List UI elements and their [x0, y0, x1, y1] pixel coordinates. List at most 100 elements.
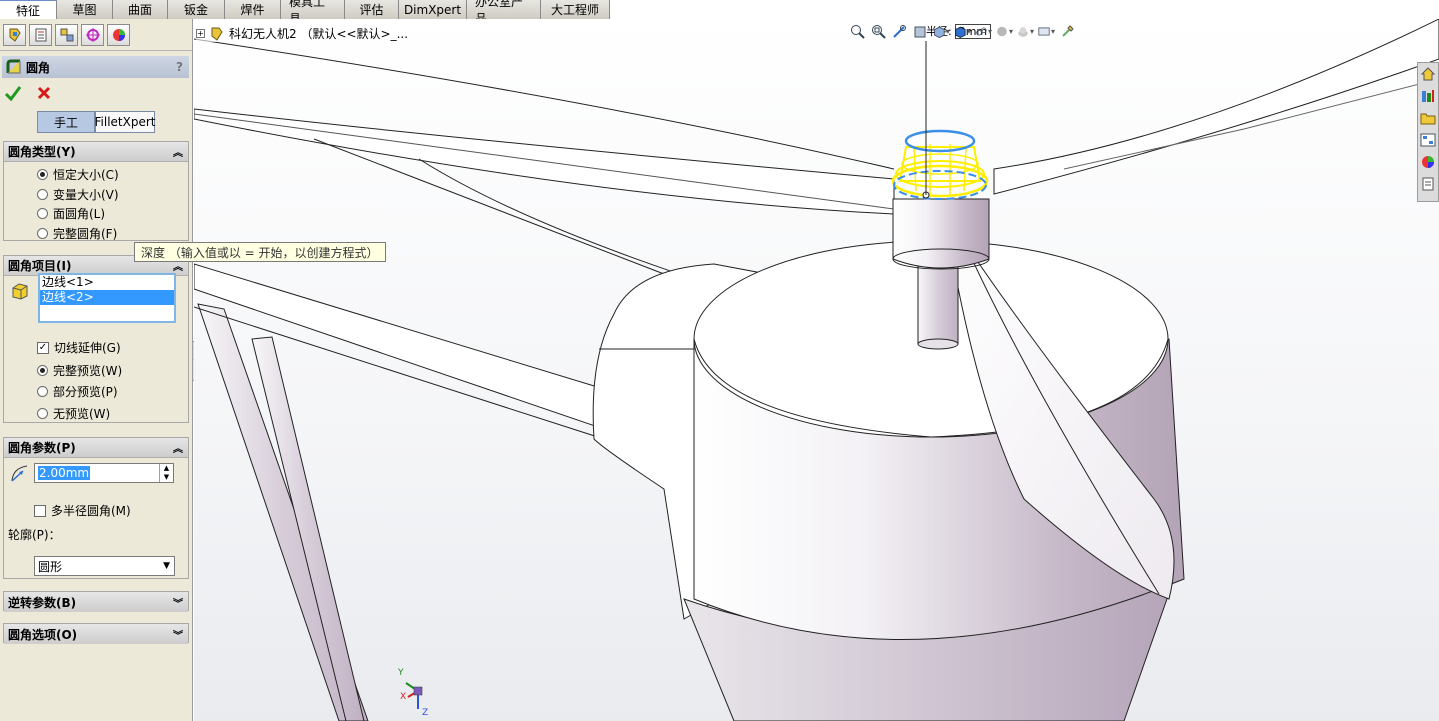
tab-engineer[interactable]: 大工程师	[541, 0, 610, 19]
edge-selection-list[interactable]: 边线<1> 边线<2>	[38, 273, 176, 323]
part-icon	[211, 27, 223, 41]
fillet-options-header[interactable]: 圆角选项(O) ︾	[4, 624, 188, 644]
apply-scene-icon[interactable]	[1017, 23, 1034, 40]
radio-button[interactable]	[37, 228, 48, 239]
fillet-icon	[6, 59, 21, 74]
spin-arrows-icon[interactable]: ▲ ▼	[159, 464, 173, 482]
view-palette-icon[interactable]	[1419, 131, 1437, 149]
radio-label: 面圆角(L)	[53, 207, 106, 221]
document-title-text: 科幻无人机2 （默认<<默认>_...	[229, 27, 409, 41]
tab-mold-tools[interactable]: 模具工具	[281, 0, 345, 26]
reference-triad: Y X Z	[397, 665, 438, 720]
radio-partial-preview[interactable]: 部分预览(P)	[37, 383, 118, 400]
task-pane	[1417, 62, 1439, 202]
command-manager-tabs: 特征 草图 曲面 钣金 焊件 模具工具 评估 DimXpert 办公室产品 大工…	[0, 0, 610, 26]
help-button[interactable]: ?	[176, 60, 183, 74]
radio-full-round[interactable]: 完整圆角(F)	[37, 225, 117, 242]
expand-chevron-icon[interactable]: ︾	[173, 595, 183, 610]
hide-show-items-icon[interactable]	[975, 23, 992, 40]
radio-label: 恒定大小(C)	[53, 168, 119, 182]
checkbox-label: 多半径圆角(M)	[51, 504, 131, 518]
display-manager-tab[interactable]	[107, 23, 130, 46]
zoom-to-fit-icon[interactable]	[849, 23, 866, 40]
view-orientation-icon[interactable]	[933, 23, 950, 40]
home-icon[interactable]	[1419, 65, 1437, 83]
input-tooltip: 深度 （输入值或以 = 开始，以创建方程式）	[134, 242, 386, 262]
section-view-icon[interactable]	[912, 23, 929, 40]
cancel-cross-icon[interactable]	[36, 85, 52, 101]
zoom-area-icon[interactable]	[870, 23, 887, 40]
multi-radius-checkbox[interactable]: 多半径圆角(M)	[34, 502, 131, 519]
tab-weldments[interactable]: 焊件	[225, 0, 281, 19]
radio-full-preview[interactable]: 完整预览(W)	[37, 362, 122, 379]
checkbox[interactable]: ✓	[37, 341, 49, 354]
color-wheel-icon	[112, 28, 125, 41]
checkbox[interactable]	[34, 504, 46, 517]
profile-select[interactable]: 圆形 ▼	[34, 556, 175, 576]
collapse-chevron-icon[interactable]: ︽	[173, 144, 183, 159]
manual-mode-button[interactable]: 手工	[37, 111, 95, 133]
ok-check-icon[interactable]	[4, 85, 22, 101]
radio-button[interactable]	[37, 208, 48, 219]
rotor-hub[interactable]	[892, 198, 990, 270]
file-explorer-icon[interactable]	[1419, 109, 1437, 127]
fillet-params-header[interactable]: 圆角参数(P) ︽	[4, 438, 188, 458]
radio-button[interactable]	[37, 169, 48, 180]
expand-chevron-icon[interactable]: ︾	[173, 627, 183, 642]
radio-face-fillet[interactable]: 面圆角(L)	[37, 205, 105, 222]
custom-properties-icon[interactable]	[1419, 175, 1437, 193]
radius-value[interactable]: 2.00mm	[38, 466, 91, 480]
radio-no-preview[interactable]: 无预览(W)	[37, 405, 110, 422]
fillet-type-group: 圆角类型(Y) ︽ 恒定大小(C) 变量大小(V) 面圆角(L) 完整圆角(F)	[3, 141, 189, 241]
collapse-chevron-icon[interactable]: ︽	[173, 440, 183, 455]
feature-manager-tab[interactable]	[3, 23, 26, 46]
tab-office-products[interactable]: 办公室产品	[467, 0, 541, 26]
support-rod-middle[interactable]	[251, 336, 365, 721]
tab-features[interactable]: 特征	[0, 0, 57, 19]
graphics-area[interactable]: + 科幻无人机2 （默认<<默认>_... 半径: 2mm ⧉ ◫ _ ❐ ✕	[194, 19, 1439, 721]
fillet-type-header[interactable]: 圆角类型(Y) ︽	[4, 142, 188, 162]
radio-constant-size[interactable]: 恒定大小(C)	[37, 166, 119, 183]
expand-tree-icon[interactable]: +	[196, 29, 205, 38]
radius-input[interactable]: 2.00mm ▲ ▼	[34, 463, 174, 483]
dropdown-arrow-icon[interactable]: ▼	[163, 561, 170, 571]
document-title[interactable]: + 科幻无人机2 （默认<<默认>_...	[196, 25, 409, 42]
configuration-manager-tab[interactable]	[55, 23, 78, 46]
rotor-blade-left[interactable]	[194, 38, 895, 215]
dimxpert-manager-tab[interactable]	[81, 23, 104, 46]
radio-button[interactable]	[37, 408, 48, 419]
list-item[interactable]: 边线<2>	[40, 290, 174, 305]
property-sheet-icon	[35, 28, 46, 41]
property-manager-title: 圆角	[26, 60, 51, 75]
radio-label: 完整预览(W)	[53, 364, 123, 378]
list-item[interactable]: 边线<1>	[40, 275, 174, 290]
tab-sketch[interactable]: 草图	[57, 0, 113, 19]
rotor-shaft[interactable]	[917, 258, 959, 350]
property-manager-tab[interactable]	[29, 23, 52, 46]
previous-view-icon[interactable]	[891, 23, 908, 40]
display-style-icon[interactable]	[954, 23, 971, 40]
model-scene[interactable]	[194, 19, 1439, 721]
radio-variable-size[interactable]: 变量大小(V)	[37, 186, 119, 203]
setback-params-group[interactable]: 逆转参数(B) ︾	[3, 591, 189, 612]
property-manager-header: 圆角 ?	[2, 56, 189, 78]
tab-sheet-metal[interactable]: 钣金	[168, 0, 225, 19]
edit-appearance-icon[interactable]	[996, 23, 1013, 40]
setback-params-title: 逆转参数(B)	[8, 595, 77, 610]
view-settings-icon[interactable]	[1038, 23, 1055, 40]
realview-icon[interactable]	[1059, 23, 1076, 40]
fillet-options-group[interactable]: 圆角选项(O) ︾	[3, 623, 189, 644]
filletxpert-mode-button[interactable]: FilletXpert	[95, 111, 156, 133]
setback-params-header[interactable]: 逆转参数(B) ︾	[4, 592, 188, 612]
radio-button[interactable]	[37, 365, 48, 376]
tab-evaluate[interactable]: 评估	[345, 0, 399, 19]
radio-label: 变量大小(V)	[53, 188, 119, 202]
radio-button[interactable]	[37, 189, 48, 200]
radio-button[interactable]	[37, 386, 48, 397]
rotor-blade-right[interactable]	[993, 19, 1439, 195]
tangent-propagation-checkbox[interactable]: ✓ 切线延伸(G)	[37, 339, 121, 356]
tab-dimxpert[interactable]: DimXpert	[399, 0, 467, 19]
appearances-icon[interactable]	[1419, 153, 1437, 171]
tab-surfaces[interactable]: 曲面	[113, 0, 168, 19]
design-library-icon[interactable]	[1419, 87, 1437, 105]
